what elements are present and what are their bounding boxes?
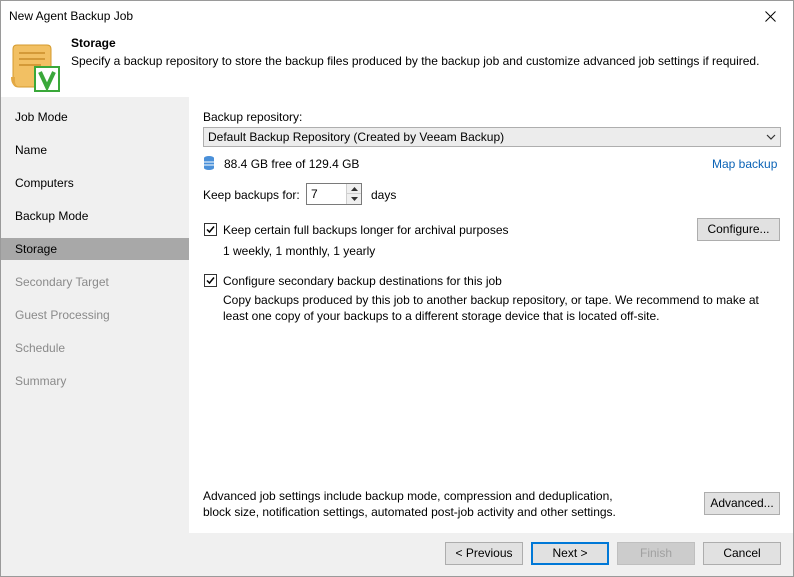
keep-backups-value[interactable]: 7 (311, 187, 318, 201)
keep-backups-label: Keep backups for: (203, 188, 300, 202)
close-button[interactable] (747, 1, 793, 31)
secondary-checkbox-label[interactable]: Configure secondary backup destinations … (223, 274, 502, 288)
free-space-text: 88.4 GB free of 129.4 GB (224, 157, 360, 171)
sidebar-item-schedule: Schedule (15, 341, 66, 355)
sidebar-item-job-mode[interactable]: Job Mode (1, 106, 189, 128)
sidebar-item-name[interactable]: Name (1, 139, 189, 161)
keep-backups-unit: days (371, 188, 397, 202)
secondary-description-line2: least one copy of your backups to a diff… (223, 309, 660, 323)
checkmark-icon (206, 226, 215, 234)
veeam-scroll-icon (11, 44, 60, 92)
sidebar-item-secondary-target: Secondary Target (15, 275, 109, 289)
map-backup-link[interactable]: Map backup (712, 157, 777, 171)
title-bar: New Agent Backup Job (1, 1, 793, 33)
cancel-button[interactable]: Cancel (703, 542, 781, 565)
sidebar-item-guest-processing: Guest Processing (15, 308, 110, 322)
close-icon (764, 10, 776, 22)
archival-summary: 1 weekly, 1 monthly, 1 yearly (223, 244, 376, 258)
next-button[interactable]: Next > (531, 542, 609, 565)
stepper-down-button[interactable] (347, 194, 361, 204)
storage-settings-panel: Backup repository: Default Backup Reposi… (189, 97, 793, 533)
finish-button: Finish (617, 542, 695, 565)
archival-checkbox-label[interactable]: Keep certain full backups longer for arc… (223, 223, 509, 237)
repository-select[interactable]: Default Backup Repository (Created by Ve… (203, 127, 781, 147)
wizard-header: Storage Specify a backup repository to s… (1, 33, 793, 97)
page-description: Specify a backup repository to store the… (71, 54, 760, 68)
advanced-button[interactable]: Advanced... (704, 492, 780, 515)
advanced-description-line2: block size, notification settings, autom… (203, 505, 616, 519)
page-title: Storage (71, 36, 116, 50)
stepper-up-button[interactable] (347, 184, 361, 194)
configure-button[interactable]: Configure... (697, 218, 780, 241)
chevron-down-icon (350, 197, 358, 201)
database-icon (204, 156, 214, 170)
archival-checkbox[interactable] (204, 223, 217, 236)
secondary-checkbox[interactable] (204, 274, 217, 287)
repository-label: Backup repository: (203, 110, 303, 124)
chevron-up-icon (350, 186, 358, 191)
stepper-buttons (346, 184, 361, 204)
dialog-window: New Agent Backup Job Storage Specify a b… (0, 0, 794, 577)
chevron-down-icon (766, 134, 776, 140)
sidebar-item-summary: Summary (15, 374, 67, 388)
wizard-steps: Job Mode Name Computers Backup Mode Stor… (1, 97, 189, 576)
sidebar-item-backup-mode[interactable]: Backup Mode (1, 205, 189, 227)
checkmark-icon (206, 277, 215, 285)
window-title: New Agent Backup Job (9, 9, 134, 23)
sidebar-item-storage[interactable]: Storage (1, 238, 189, 260)
repository-select-value: Default Backup Repository (Created by Ve… (208, 130, 505, 144)
secondary-description-line1: Copy backups produced by this job to ano… (223, 293, 759, 307)
wizard-footer: < Previous Next > Finish Cancel (189, 533, 793, 576)
sidebar-item-computers[interactable]: Computers (1, 172, 189, 194)
advanced-description-line1: Advanced job settings include backup mod… (203, 489, 613, 503)
keep-backups-stepper[interactable]: 7 (306, 183, 362, 205)
previous-button[interactable]: < Previous (445, 542, 523, 565)
